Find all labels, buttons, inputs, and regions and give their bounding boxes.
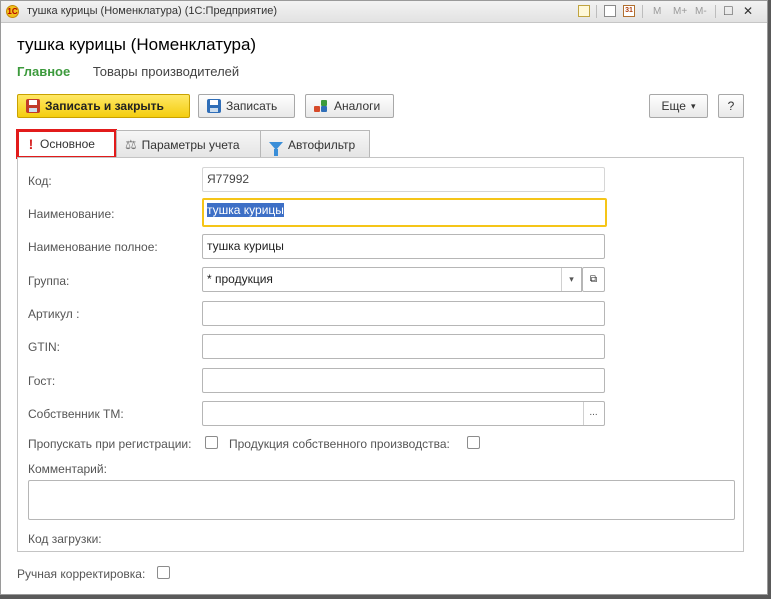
- own-production-checkbox[interactable]: [467, 436, 480, 449]
- group-select[interactable]: * продукция ▾: [202, 267, 582, 292]
- funnel-icon: [269, 141, 283, 156]
- memory-m-button[interactable]: M: [653, 4, 661, 19]
- open-in-window-icon: ⧉: [589, 274, 598, 285]
- save-and-close-button[interactable]: Записать и закрыть: [17, 94, 190, 118]
- save-icon: [207, 99, 221, 113]
- main-tab-panel: Код: Я77992 Наименование: тушка курицы Н…: [17, 157, 744, 552]
- analogs-button[interactable]: Аналоги: [305, 94, 394, 118]
- memory-minus-button[interactable]: M-: [695, 4, 707, 19]
- tab-accounting-params[interactable]: ⚖ Параметры учета: [116, 130, 261, 158]
- form-navigation: Главное Товары производителей: [17, 64, 239, 79]
- save-label: Записать: [226, 99, 278, 113]
- manual-correction-checkbox[interactable]: [157, 566, 170, 579]
- favorites-icon[interactable]: [578, 4, 590, 19]
- tab-accounting-params-label: Параметры учета: [141, 137, 240, 152]
- group-select-value: * продукция: [207, 272, 273, 286]
- calculator-icon[interactable]: [604, 4, 616, 19]
- tab-main[interactable]: ! Основное: [16, 129, 117, 159]
- tab-autofilter-label: Автофильтр: [288, 137, 356, 152]
- window-title: тушка курицы (Номенклатура) (1С:Предприя…: [27, 5, 277, 17]
- title-bar: 1С тушка курицы (Номенклатура) (1С:Предп…: [1, 1, 767, 23]
- calendar-icon[interactable]: 31: [623, 4, 635, 19]
- name-input[interactable]: тушка курицы: [202, 198, 607, 227]
- select-dialog-button[interactable]: ...: [583, 402, 603, 425]
- save-button[interactable]: Записать: [198, 94, 295, 118]
- nav-main-link[interactable]: Главное: [17, 64, 70, 79]
- more-label: Еще: [661, 99, 686, 113]
- titlebar-divider: [715, 5, 716, 18]
- load-code-label: Код загрузки:: [28, 532, 102, 546]
- gtin-label: GTIN:: [28, 340, 60, 354]
- gtin-input[interactable]: [202, 334, 605, 359]
- group-label: Группа:: [28, 274, 70, 288]
- owner-tm-label: Собственник ТМ:: [28, 407, 124, 421]
- own-production-label: Продукция собственного производства:: [229, 437, 450, 451]
- gost-input[interactable]: [202, 368, 605, 393]
- restore-button[interactable]: ☐: [723, 4, 734, 19]
- chevron-down-icon[interactable]: ▾: [561, 268, 581, 291]
- titlebar-divider: [596, 5, 597, 18]
- more-button[interactable]: Еще ▾: [649, 94, 708, 118]
- save-icon: [26, 99, 40, 113]
- analogs-icon: [314, 99, 329, 113]
- chevron-down-icon: ▾: [690, 101, 696, 111]
- name-label: Наименование:: [28, 207, 115, 221]
- group-open-button[interactable]: ⧉: [582, 267, 605, 292]
- full-name-label: Наименование полное:: [28, 240, 158, 254]
- titlebar-divider: [642, 5, 643, 18]
- code-field[interactable]: Я77992: [202, 167, 605, 192]
- nav-producer-goods-link[interactable]: Товары производителей: [93, 64, 239, 79]
- name-input-value: тушка курицы: [207, 203, 284, 217]
- close-button[interactable]: ✕: [743, 4, 753, 19]
- tab-main-label: Основное: [40, 137, 95, 151]
- tab-autofilter[interactable]: Автофильтр: [260, 130, 370, 158]
- skip-registration-checkbox[interactable]: [205, 436, 218, 449]
- article-label: Артикул :: [28, 307, 80, 321]
- owner-tm-input[interactable]: ...: [202, 401, 605, 426]
- app-logo-icon[interactable]: 1С: [6, 5, 19, 18]
- article-input[interactable]: [202, 301, 605, 326]
- scales-icon: ⚖: [125, 136, 137, 152]
- manual-correction-label: Ручная корректировка:: [17, 567, 146, 581]
- skip-registration-label: Пропускать при регистрации:: [28, 437, 192, 451]
- save-and-close-label: Записать и закрыть: [45, 99, 164, 113]
- comment-textarea[interactable]: [28, 480, 735, 520]
- form-window: 1С тушка курицы (Номенклатура) (1С:Предп…: [0, 0, 768, 595]
- analogs-label: Аналоги: [334, 99, 381, 113]
- page-title: тушка курицы (Номенклатура): [17, 35, 257, 54]
- full-name-input[interactable]: тушка курицы: [202, 234, 605, 259]
- code-label: Код:: [28, 174, 52, 188]
- help-button[interactable]: ?: [718, 94, 744, 118]
- gost-label: Гост:: [28, 374, 56, 388]
- comment-label: Комментарий:: [28, 462, 107, 476]
- memory-plus-button[interactable]: M+: [673, 4, 687, 19]
- exclamation-icon: !: [28, 136, 34, 152]
